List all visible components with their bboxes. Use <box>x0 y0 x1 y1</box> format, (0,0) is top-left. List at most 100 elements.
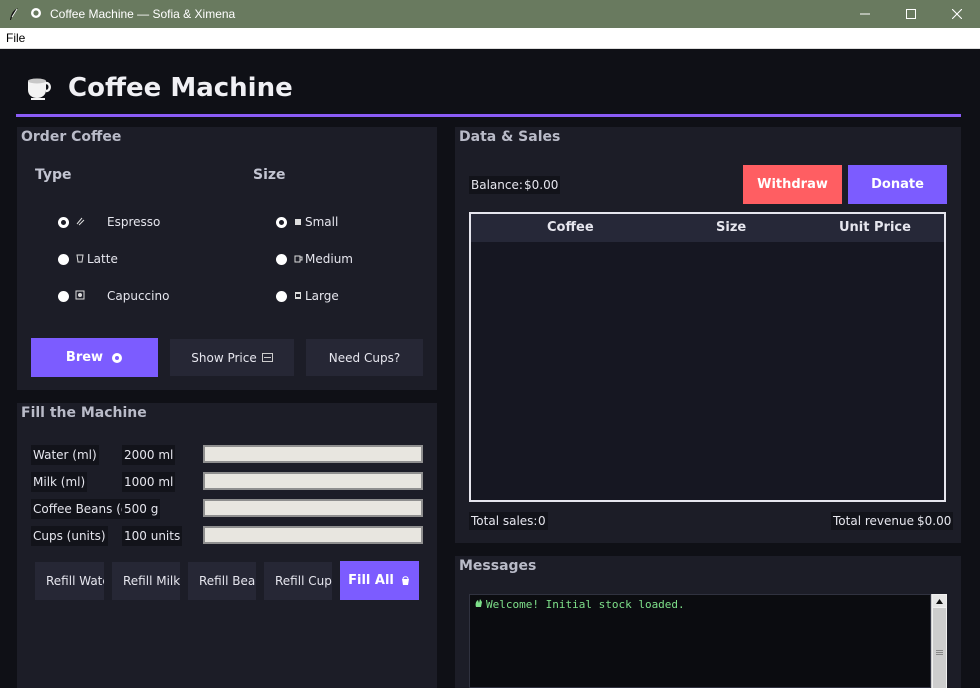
cups-level-bar <box>203 526 423 544</box>
sales-table-header: Coffee Size Unit Price <box>471 214 944 242</box>
total-revenue-label: Total revenue: <box>831 512 921 530</box>
refill-cups-label: Refill Cups <box>275 574 332 588</box>
refill-beans-label: Refill Beans <box>199 574 256 588</box>
donate-label: Donate <box>871 177 924 192</box>
water-level-bar <box>203 445 423 463</box>
milk-level-bar <box>203 472 423 490</box>
radio-button[interactable] <box>58 253 69 265</box>
coffee-cup-icon <box>111 352 123 364</box>
type-label-latte: Latte <box>87 252 118 266</box>
show-price-label: Show Price <box>191 350 257 365</box>
balance-label: Balance: <box>469 176 525 194</box>
radio-button[interactable] <box>276 290 287 302</box>
window-titlebar: Coffee Machine — Sofia & Ximena <box>0 0 980 28</box>
cups-value: 100 units <box>122 526 183 546</box>
total-revenue-value: $0.00 <box>915 512 954 530</box>
close-icon <box>952 9 962 19</box>
donate-button[interactable]: Donate <box>848 165 947 204</box>
coffee-cup-icon <box>24 72 56 104</box>
size-option-large[interactable]: Large <box>276 289 339 303</box>
refill-milk-label: Refill Milk <box>123 574 180 588</box>
column-coffee[interactable]: Coffee <box>547 220 594 235</box>
type-option-espresso[interactable]: Espresso <box>58 215 160 229</box>
order-coffee-title: Order Coffee <box>21 129 122 145</box>
radio-button[interactable] <box>276 216 287 228</box>
window-title: Coffee Machine — Sofia & Ximena <box>50 7 236 21</box>
fill-machine-title: Fill the Machine <box>21 405 147 421</box>
scroll-thumb[interactable] <box>933 608 946 688</box>
coffee-cup-icon <box>30 7 44 21</box>
water-label: Water (ml) <box>31 445 99 465</box>
need-cups-label: Need Cups? <box>328 350 401 365</box>
grip-line <box>936 654 943 655</box>
wave-hand-icon <box>474 598 486 611</box>
column-unit-price[interactable]: Unit Price <box>839 220 911 235</box>
need-cups-button[interactable]: Need Cups? <box>306 339 423 376</box>
grip-line <box>936 650 943 651</box>
radio-button[interactable] <box>276 253 287 265</box>
messages-title: Messages <box>459 558 537 574</box>
data-sales-title: Data & Sales <box>459 129 561 145</box>
minimize-icon <box>860 13 870 15</box>
beans-label: Coffee Beans (g) <box>31 499 136 519</box>
type-label: Type <box>35 167 72 183</box>
refill-water-label: Refill Water <box>46 574 104 588</box>
maximize-button[interactable] <box>888 0 934 28</box>
app-title: Coffee Machine <box>68 73 293 103</box>
maximize-icon <box>906 9 916 19</box>
type-label-espresso: Espresso <box>107 215 161 229</box>
water-value: 2000 ml <box>122 445 176 465</box>
progress-fill <box>205 474 421 488</box>
total-sales-value: 0 <box>536 512 548 530</box>
refill-water-button[interactable]: Refill Water <box>35 562 104 600</box>
size-option-medium[interactable]: Medium <box>276 252 353 266</box>
capuccino-icon <box>75 290 89 303</box>
feather-icon <box>8 7 22 21</box>
chevron-up-icon <box>936 598 943 604</box>
header-divider <box>16 114 961 117</box>
app-header: Coffee Machine <box>16 68 293 108</box>
fill-all-label: Fill All <box>348 573 394 588</box>
size-label-medium: Medium <box>305 252 353 266</box>
milk-value: 1000 ml <box>122 472 176 492</box>
radio-button[interactable] <box>58 216 69 228</box>
radio-button[interactable] <box>58 290 69 302</box>
refill-cups-button[interactable]: Refill Cups <box>264 562 332 600</box>
beans-value: 500 g <box>122 499 161 519</box>
total-sales-label: Total sales: <box>469 512 540 530</box>
minimize-button[interactable] <box>842 0 888 28</box>
progress-fill <box>205 501 421 515</box>
balance-value: $0.00 <box>522 176 561 194</box>
menu-file[interactable]: File <box>6 31 25 45</box>
withdraw-label: Withdraw <box>757 177 828 192</box>
bucket-icon <box>400 575 411 586</box>
close-button[interactable] <box>934 0 980 28</box>
brew-button[interactable]: Brew <box>31 338 158 377</box>
grip-line <box>936 652 943 653</box>
scroll-up-button[interactable] <box>933 595 946 607</box>
brew-label: Brew <box>65 350 104 365</box>
progress-fill <box>205 528 421 542</box>
type-option-latte[interactable]: Latte <box>58 252 118 266</box>
type-option-capuccino[interactable]: Capuccino <box>58 289 169 303</box>
size-option-small[interactable]: Small <box>276 215 338 229</box>
withdraw-button[interactable]: Withdraw <box>743 165 842 204</box>
messages-scrollbar[interactable] <box>931 594 947 688</box>
beans-level-bar <box>203 499 423 517</box>
refill-beans-button[interactable]: Refill Beans <box>188 562 256 600</box>
message-text: Welcome! Initial stock loaded. <box>486 598 685 611</box>
menu-bar: File <box>0 28 980 49</box>
price-tag-icon <box>261 353 273 362</box>
size-label-small: Small <box>305 215 339 229</box>
show-price-button[interactable]: Show Price <box>170 339 294 376</box>
column-size[interactable]: Size <box>716 220 746 235</box>
sales-table[interactable]: Coffee Size Unit Price <box>469 212 946 502</box>
size-label: Size <box>253 167 286 183</box>
type-label-capuccino: Capuccino <box>107 289 170 303</box>
progress-fill <box>205 447 421 461</box>
cups-label: Cups (units) <box>31 526 108 546</box>
fill-all-button[interactable]: Fill All <box>340 561 419 600</box>
messages-log[interactable]: Welcome! Initial stock loaded. <box>469 594 931 688</box>
refill-milk-button[interactable]: Refill Milk <box>112 562 180 600</box>
size-label-large: Large <box>305 289 339 303</box>
